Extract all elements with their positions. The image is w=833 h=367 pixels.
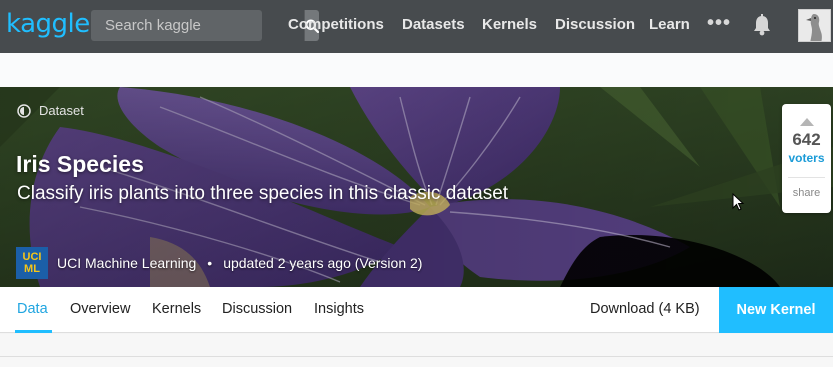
share-button[interactable]: share [793, 187, 821, 199]
nav-kernels[interactable]: Kernels [482, 16, 537, 33]
nav-datasets[interactable]: Datasets [402, 16, 465, 33]
content-area [0, 334, 833, 367]
tab-data[interactable]: Data [17, 301, 48, 317]
content-divider [0, 356, 833, 357]
top-spacer [0, 53, 833, 87]
owner-name-link[interactable]: UCI Machine Learning [57, 255, 196, 271]
tab-overview[interactable]: Overview [70, 301, 130, 317]
download-button[interactable]: Download (4 KB) [590, 301, 700, 317]
more-menu-button[interactable]: ••• [707, 12, 731, 35]
nav-learn[interactable]: Learn [649, 16, 690, 33]
voters-link[interactable]: voters [788, 151, 824, 165]
org-logo-line1: UCI [22, 251, 42, 263]
dataset-hero-banner: Dataset Iris Species Classify iris plant… [0, 87, 833, 287]
updated-text: updated 2 years ago (Version 2) [223, 255, 423, 271]
active-tab-indicator [15, 330, 52, 333]
dataset-type-label: Dataset [17, 103, 84, 118]
vote-divider [788, 177, 825, 178]
user-avatar[interactable] [798, 9, 831, 42]
bell-icon [754, 14, 770, 36]
kaggle-logo[interactable]: kaggle [6, 9, 90, 39]
org-logo-line2: ML [24, 263, 40, 275]
tab-insights[interactable]: Insights [314, 301, 364, 317]
mouse-cursor-icon [732, 193, 745, 211]
dataset-title: Iris Species [16, 151, 144, 177]
nav-competitions[interactable]: Competitions [288, 16, 384, 33]
tab-kernels[interactable]: Kernels [152, 301, 201, 317]
dataset-icon [17, 103, 31, 118]
nav-discussion[interactable]: Discussion [555, 16, 635, 33]
tab-discussion[interactable]: Discussion [222, 301, 292, 317]
vote-widget: 642 voters share [782, 104, 831, 213]
dataset-tab-bar: Data Overview Kernels Discussion Insight… [0, 287, 833, 333]
avatar-image [799, 10, 830, 41]
vote-count: 642 [792, 130, 821, 149]
search-input[interactable] [91, 10, 304, 41]
notifications-button[interactable] [752, 14, 772, 41]
dataset-subtitle: Classify iris plants into three species … [17, 183, 509, 204]
uci-ml-logo[interactable]: UCI ML [16, 247, 48, 279]
dataset-owner-info: UCI ML UCI Machine Learning • updated 2 … [16, 247, 422, 279]
upvote-arrow-icon[interactable] [799, 118, 814, 126]
dataset-type-text: Dataset [39, 103, 84, 118]
owner-separator: • [207, 255, 213, 271]
search-box [91, 10, 319, 41]
top-navbar: kaggle Competitions Datasets Kernels Dis… [0, 0, 833, 53]
new-kernel-button[interactable]: New Kernel [719, 287, 833, 333]
